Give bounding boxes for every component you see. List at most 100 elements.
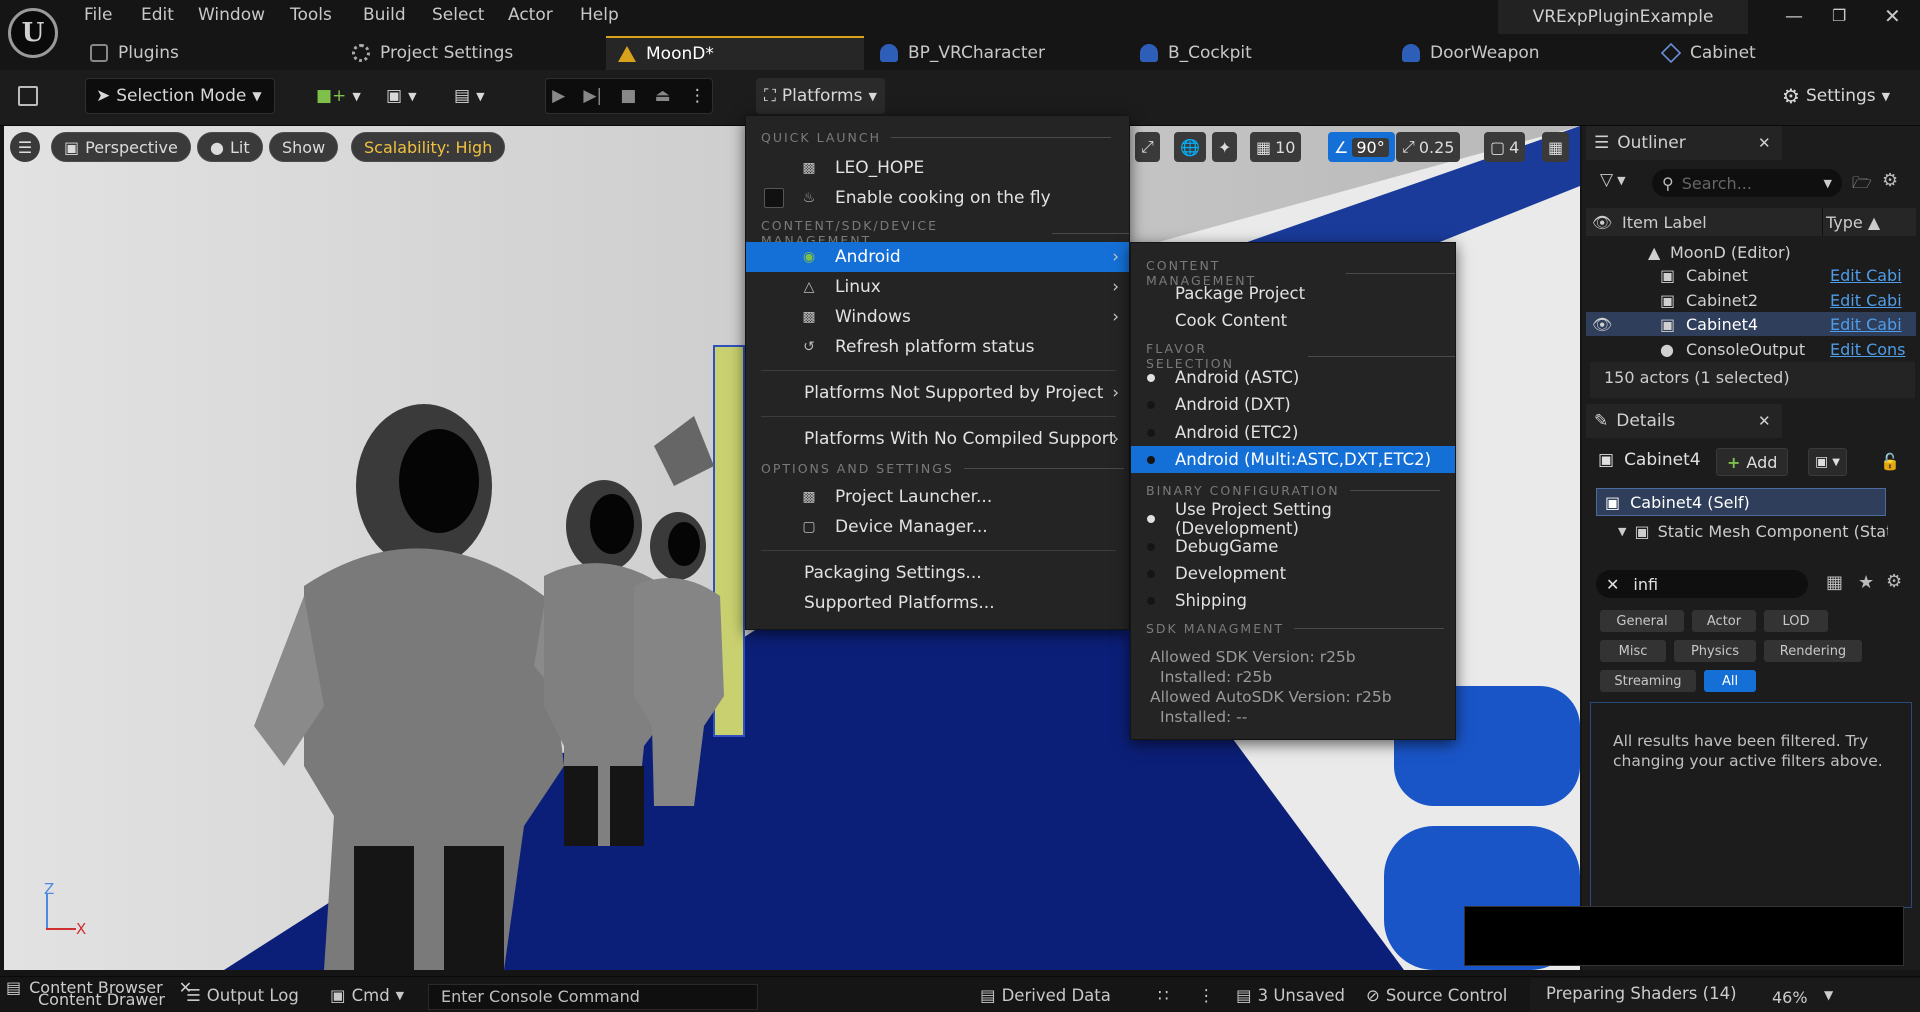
cmd-dropdown[interactable]: ▣ Cmd ▼ — [330, 986, 404, 1005]
eject-icon[interactable]: ⏏ — [655, 86, 671, 106]
table-row[interactable]: ▣ Cabinet2 Edit Cabi — [1586, 288, 1916, 312]
table-row[interactable]: ● ConsoleOutput Edit Cons — [1586, 337, 1916, 361]
menu-item-android[interactable]: ◉ Android › — [746, 242, 1129, 272]
flavor-option[interactable]: Android (DXT) — [1131, 391, 1455, 418]
save-icon[interactable] — [18, 78, 38, 114]
details-search-input[interactable]: ✕ infi — [1596, 570, 1808, 598]
menu-select[interactable]: Select — [432, 5, 484, 25]
config-option[interactable]: Use Project Setting (Development) — [1131, 500, 1455, 538]
filter-streaming[interactable]: Streaming — [1600, 670, 1696, 692]
details-tab[interactable]: ✎ Details ✕ — [1586, 404, 1782, 438]
restore-icon[interactable]: ❐ — [1832, 6, 1846, 25]
grid-snap-toggle[interactable]: ▦ 10 — [1250, 132, 1302, 162]
console-input[interactable]: Enter Console Command — [428, 984, 758, 1010]
scale-snap-toggle[interactable]: ⤢ 0.25 — [1396, 132, 1461, 162]
eye-icon[interactable]: 👁 — [1592, 315, 1612, 334]
col-item-label[interactable]: Item Label — [1622, 213, 1707, 232]
cinematics-button[interactable]: ▤ ▼ — [454, 78, 485, 114]
table-view-icon[interactable]: ▦ — [1826, 572, 1843, 593]
menu-item-device-manager[interactable]: ▢ Device Manager... — [746, 512, 1129, 542]
gear-icon[interactable]: ⚙ — [1882, 170, 1898, 191]
more-options-icon[interactable]: ⋮ — [689, 86, 706, 106]
show-button[interactable]: Show — [269, 132, 339, 162]
tab-b-cockpit[interactable]: B_Cockpit — [1140, 36, 1252, 70]
selection-mode-dropdown[interactable]: ➤ Selection Mode ▼ — [85, 78, 275, 114]
filter-misc[interactable]: Misc — [1600, 640, 1666, 662]
component-self[interactable]: ▣ Cabinet4 (Self) — [1596, 488, 1886, 516]
flavor-option[interactable]: Android (ETC2) — [1131, 419, 1455, 446]
filter-rendering[interactable]: Rendering — [1764, 640, 1862, 662]
row-type-link[interactable]: Edit Cabi — [1830, 291, 1910, 310]
source-control-button[interactable]: ⊘ Source Control — [1366, 986, 1507, 1005]
eye-icon[interactable]: 👁 — [1592, 213, 1612, 232]
folder-add-icon[interactable]: 🗁 — [1852, 172, 1872, 199]
menu-item-leo-hope[interactable]: ▩ LEO_HOPE — [746, 153, 1129, 183]
derived-data-button[interactable]: ▤ Derived Data — [980, 986, 1111, 1005]
cooking-checkbox[interactable] — [764, 188, 784, 208]
config-option[interactable]: DebugGame — [1131, 533, 1455, 560]
menu-tools[interactable]: Tools — [290, 5, 332, 25]
output-log-button[interactable]: ☰ Output Log — [186, 986, 299, 1005]
menu-build[interactable]: Build — [363, 5, 406, 25]
tab-doorweapon[interactable]: DoorWeapon — [1402, 36, 1540, 70]
menu-item-project-launcher[interactable]: ▩ Project Launcher... — [746, 482, 1129, 512]
close-icon[interactable]: ✕ — [1758, 412, 1771, 430]
component-static-mesh[interactable]: ▼ ▣ Static Mesh Component (Stat — [1618, 522, 1888, 541]
menu-item-linux[interactable]: △ Linux › — [746, 272, 1129, 302]
gear-icon[interactable]: ⚙ — [1886, 571, 1902, 592]
table-row-selected[interactable]: 👁 ▣ Cabinet4 Edit Cabi — [1586, 312, 1916, 336]
tab-bp-vrcharacter[interactable]: BP_VRCharacter — [880, 36, 1045, 70]
filter-lod[interactable]: LOD — [1764, 610, 1828, 632]
tab-project-settings[interactable]: Project Settings — [352, 36, 513, 70]
step-icon[interactable]: ▶| — [583, 86, 602, 106]
tab-plugins[interactable]: Plugins — [90, 36, 179, 70]
menu-item-packaging-settings[interactable]: Packaging Settings... — [746, 558, 1129, 588]
filter-all[interactable]: All — [1704, 670, 1756, 692]
add-actor-button[interactable]: ■+ ▼ — [316, 78, 361, 114]
tab-cabinet[interactable]: Cabinet — [1660, 36, 1756, 70]
row-type-link[interactable]: Edit Cabi — [1830, 315, 1910, 334]
more-options-icon[interactable]: ⋮ — [1198, 986, 1215, 1005]
menu-file[interactable]: File — [84, 5, 112, 25]
filter-actor[interactable]: Actor — [1692, 610, 1756, 632]
play-icon[interactable]: ▶ — [552, 86, 565, 106]
config-option[interactable]: Development — [1131, 560, 1455, 587]
outliner-root[interactable]: ▲ MoonD (Editor) — [1586, 240, 1916, 264]
star-icon[interactable]: ★ — [1858, 572, 1874, 593]
outliner-search-input[interactable]: ⚲ Search... ▼ — [1652, 169, 1842, 197]
config-option[interactable]: Shipping — [1131, 587, 1455, 614]
close-icon[interactable]: ✕ — [1758, 134, 1771, 152]
blueprint-button[interactable]: ▣ ▼ — [386, 78, 417, 114]
menu-item-package-project[interactable]: Package Project — [1131, 280, 1455, 307]
filter-dropdown[interactable]: ▽ ▼ — [1600, 170, 1626, 190]
menu-item-cook-content[interactable]: Cook Content — [1131, 307, 1455, 334]
tab-moond[interactable]: MoonD* — [606, 36, 864, 70]
blueprint-dropdown[interactable]: ▣ ▼ — [1808, 448, 1847, 476]
maximize-viewport-icon[interactable]: ⤢ — [1135, 132, 1160, 162]
unsaved-button[interactable]: ▤ 3 Unsaved — [1236, 986, 1345, 1005]
clear-icon[interactable]: ✕ — [1606, 575, 1619, 594]
minimize-icon[interactable]: — — [1785, 6, 1803, 27]
outliner-tab[interactable]: ☰ Outliner ✕ — [1586, 126, 1782, 160]
menu-item-cooking-on-the-fly[interactable]: ♨ Enable cooking on the fly — [746, 183, 1129, 213]
perspective-button[interactable]: ▣ Perspective — [51, 132, 191, 162]
menu-item-refresh[interactable]: ↺ Refresh platform status — [746, 332, 1129, 362]
surface-snap-icon[interactable]: ✦ — [1212, 132, 1238, 162]
camera-speed-button[interactable]: ▢ 4 — [1484, 132, 1526, 162]
menu-edit[interactable]: Edit — [141, 5, 174, 25]
scalability-button[interactable]: Scalability: High — [351, 132, 506, 162]
hamburger-menu-icon[interactable]: ☰ — [10, 132, 40, 162]
rotation-snap-toggle[interactable]: ∠ 90° — [1328, 132, 1395, 162]
flavor-option[interactable]: Android (Multi:ASTC,DXT,ETC2) — [1131, 446, 1455, 473]
menu-help[interactable]: Help — [580, 5, 619, 25]
menu-item-no-compiled[interactable]: Platforms With No Compiled Support › — [746, 424, 1129, 454]
row-type-link[interactable]: Edit Cons — [1830, 340, 1910, 359]
close-window-icon[interactable]: ✕ — [1884, 4, 1901, 28]
settings-button[interactable]: ⚙ Settings ▼ — [1782, 78, 1890, 114]
chevron-down-icon[interactable]: ▼ — [1824, 988, 1833, 1002]
menu-item-supported-platforms[interactable]: Supported Platforms... — [746, 588, 1129, 618]
content-drawer-button[interactable]: Content Drawer — [38, 990, 165, 1009]
col-type[interactable]: Type ▲ — [1826, 213, 1880, 232]
flavor-option[interactable]: Android (ASTC) — [1131, 364, 1455, 391]
stop-icon[interactable]: ■ — [620, 86, 636, 106]
